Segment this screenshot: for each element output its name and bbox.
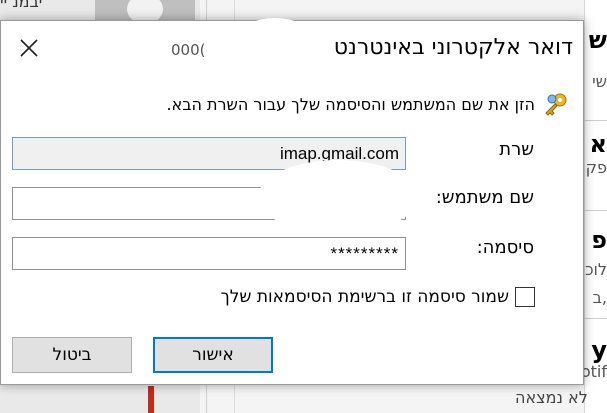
message-preview: ,ב — [592, 288, 607, 307]
message-separator — [584, 318, 607, 319]
ok-button[interactable]: אישור — [153, 337, 273, 373]
message-sender[interactable]: א — [584, 130, 607, 158]
server-label: שרת — [499, 139, 534, 160]
message-separator — [584, 210, 607, 211]
message-sender[interactable]: ש — [584, 26, 607, 54]
message-preview: לוכ — [585, 260, 607, 279]
message-preview: otif — [584, 362, 607, 381]
message-sender[interactable]: פ — [584, 226, 607, 254]
message-preview: פק — [585, 158, 607, 177]
dialog-title: דואר אלקטרוני באינטרנט — [333, 35, 573, 60]
close-button[interactable] — [11, 31, 47, 65]
password-field[interactable] — [12, 237, 406, 270]
redaction-blob — [240, 18, 310, 54]
no-results-text: לא נמצאה — [515, 388, 588, 407]
username-label: שם משתמש: — [435, 187, 534, 208]
dialog-title-fragment: 000( — [171, 41, 206, 59]
password-label: סיסמה: — [476, 237, 534, 258]
prompt-text: הזן את שם המשתמש והסיסמה שלך עבור השרת ה… — [166, 94, 535, 114]
cancel-button[interactable]: ביטול — [12, 337, 132, 373]
save-password-row[interactable]: שמור סיסמה זו ברשימת הסיסמאות שלך — [221, 287, 535, 307]
message-sender[interactable]: y — [584, 336, 607, 364]
close-icon — [20, 39, 38, 57]
save-password-checkbox[interactable] — [515, 287, 535, 307]
prompt-row: הזן את שם המשתמש והסיסמה שלך עבור השרת ה… — [166, 91, 569, 117]
save-password-label[interactable]: שמור סיסמה זו ברשימת הסיסמאות שלך — [221, 287, 509, 307]
keys-icon — [545, 93, 567, 116]
message-separator — [584, 120, 607, 121]
message-preview: שי — [592, 72, 607, 91]
unread-marker — [148, 386, 154, 413]
account-name: יבמנ יי — [0, 0, 43, 11]
redaction-blob — [258, 160, 418, 234]
